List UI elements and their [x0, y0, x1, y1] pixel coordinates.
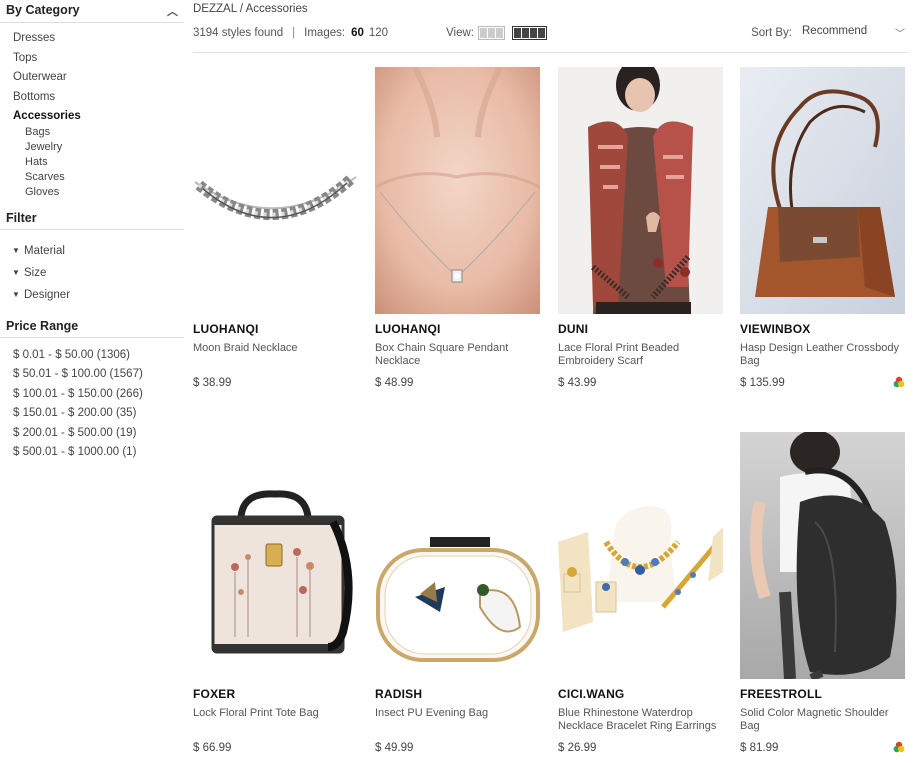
price-range-list: $ 0.01 - $ 50.00 (1306) $ 50.01 - $ 100.…	[0, 338, 184, 463]
price-range-header: Price Range	[0, 317, 184, 338]
product-card[interactable]: LUOHANQI Box Chain Square Pendant Neckla…	[375, 67, 540, 389]
product-price: $ 135.99	[740, 377, 785, 389]
product-card[interactable]: FOXER Lock Floral Print Tote Bag $ 66.99	[193, 432, 358, 754]
subcategory-list: Bags Jewelry Hats Scarves Gloves	[13, 125, 184, 200]
price-range-item[interactable]: $ 150.01 - $ 200.00 (35)	[13, 404, 184, 424]
toolbar-separator: |	[292, 26, 296, 39]
product-image[interactable]	[558, 67, 723, 314]
subcategory-item-jewelry[interactable]: Jewelry	[25, 140, 184, 155]
breadcrumb[interactable]: DEZZAL / Accessories	[193, 0, 907, 20]
category-item-dresses[interactable]: Dresses	[13, 29, 184, 49]
category-item-bottoms[interactable]: Bottoms	[13, 88, 184, 108]
product-price: $ 66.99	[193, 742, 232, 754]
chevron-up-icon[interactable]: ︿	[167, 3, 178, 19]
filter-designer[interactable]: ▼ Designer	[12, 284, 184, 306]
product-brand[interactable]: FREESTROLL	[740, 687, 905, 702]
product-card[interactable]: DUNI Lace Floral Print Beaded Embroidery…	[558, 67, 723, 389]
product-brand[interactable]: RADISH	[375, 687, 540, 702]
product-name[interactable]: Solid Color Magnetic Shoulder Bag	[740, 707, 905, 735]
subcategory-item-bags[interactable]: Bags	[25, 125, 184, 140]
product-card[interactable]: LUOHANQI Moon Braid Necklace $ 38.99	[193, 67, 358, 389]
product-image[interactable]	[375, 432, 540, 679]
product-name[interactable]: Hasp Design Leather Crossbody Bag	[740, 342, 905, 370]
product-image[interactable]	[558, 432, 723, 679]
caret-down-icon: ▼	[12, 289, 20, 299]
category-header[interactable]: By Category ︿	[0, 0, 184, 23]
product-name[interactable]: Lock Floral Print Tote Bag	[193, 707, 358, 735]
product-card[interactable]: FREESTROLL Solid Color Magnetic Shoulder…	[740, 432, 905, 754]
product-price: $ 38.99	[193, 377, 232, 389]
subcategory-item-scarves[interactable]: Scarves	[25, 170, 184, 185]
filter-label: Size	[24, 266, 47, 279]
price-range-title: Price Range	[6, 318, 79, 333]
category-list: Dresses Tops Outerwear Bottoms Accessori…	[0, 23, 184, 127]
product-image[interactable]	[193, 432, 358, 679]
filter-header: Filter	[0, 209, 184, 230]
sidebar: By Category ︿ Dresses Tops Outerwear Bot…	[0, 0, 184, 463]
filter-title: Filter	[6, 210, 37, 225]
product-brand[interactable]: LUOHANQI	[375, 322, 540, 337]
product-price: $ 49.99	[375, 742, 414, 754]
product-name[interactable]: Lace Floral Print Beaded Embroidery Scar…	[558, 342, 723, 370]
view-switcher: View:	[446, 25, 547, 40]
product-name[interactable]: Box Chain Square Pendant Necklace	[375, 342, 540, 370]
product-brand[interactable]: FOXER	[193, 687, 358, 702]
category-item-tops[interactable]: Tops	[13, 49, 184, 69]
category-title: By Category	[6, 3, 80, 17]
product-image[interactable]	[740, 432, 905, 679]
category-item-outerwear[interactable]: Outerwear	[13, 68, 184, 88]
filter-material[interactable]: ▼ Material	[12, 240, 184, 262]
product-image[interactable]	[375, 67, 540, 314]
product-brand[interactable]: LUOHANQI	[193, 322, 358, 337]
listing-toolbar: 3194 styles found | Images: 60 120 View:…	[193, 20, 907, 53]
price-range-item[interactable]: $ 50.01 - $ 100.00 (1567)	[13, 365, 184, 385]
product-brand[interactable]: DUNI	[558, 322, 723, 337]
subcategory-item-gloves[interactable]: Gloves	[25, 185, 184, 200]
styles-found-count: 3194 styles found	[193, 26, 284, 39]
price-range-item[interactable]: $ 200.01 - $ 500.00 (19)	[13, 424, 184, 444]
price-range-item[interactable]: $ 0.01 - $ 50.00 (1306)	[13, 346, 184, 366]
images-per-page-label: Images:	[304, 26, 346, 39]
product-image[interactable]	[740, 67, 905, 314]
sort-value: Recommend	[802, 25, 868, 37]
sort-label: Sort By:	[751, 26, 792, 39]
color-options-icon[interactable]	[893, 376, 905, 388]
subcategory-item-hats[interactable]: Hats	[25, 155, 184, 170]
caret-down-icon: ▼	[12, 267, 20, 277]
filter-label: Designer	[24, 288, 71, 301]
product-card[interactable]: CICI.WANG Blue Rhinestone Waterdrop Neck…	[558, 432, 723, 754]
product-price: $ 48.99	[375, 377, 414, 389]
images-per-page-60[interactable]: 60	[351, 27, 364, 39]
filter-label: Material	[24, 244, 65, 257]
product-price: $ 81.99	[740, 742, 779, 754]
images-per-page-120[interactable]: 120	[369, 27, 388, 39]
product-name[interactable]: Blue Rhinestone Waterdrop Necklace Brace…	[558, 707, 723, 735]
grid-3-view-icon[interactable]	[477, 25, 505, 40]
sort-select[interactable]: Recommend ﹀	[802, 25, 907, 40]
grid-4-view-icon[interactable]	[511, 25, 547, 40]
product-brand[interactable]: VIEWINBOX	[740, 322, 905, 337]
product-brand[interactable]: CICI.WANG	[558, 687, 723, 702]
product-name[interactable]: Moon Braid Necklace	[193, 342, 358, 370]
product-price: $ 26.99	[558, 742, 597, 754]
product-name[interactable]: Insect PU Evening Bag	[375, 707, 540, 735]
sort-control: Sort By: Recommend ﹀	[751, 25, 907, 40]
view-label: View:	[446, 26, 474, 39]
color-options-icon[interactable]	[893, 741, 905, 753]
product-price: $ 43.99	[558, 377, 597, 389]
price-range-item[interactable]: $ 100.01 - $ 150.00 (266)	[13, 385, 184, 405]
product-card[interactable]: VIEWINBOX Hasp Design Leather Crossbody …	[740, 67, 905, 389]
filter-size[interactable]: ▼ Size	[12, 262, 184, 284]
filter-list: ▼ Material ▼ Size ▼ Designer	[0, 230, 184, 306]
caret-down-icon: ▼	[12, 245, 20, 255]
product-card[interactable]: RADISH Insect PU Evening Bag $ 49.99	[375, 432, 540, 754]
chevron-down-icon: ﹀	[895, 29, 905, 40]
product-image[interactable]	[193, 67, 358, 314]
listing-header: DEZZAL / Accessories 3194 styles found |…	[193, 0, 907, 53]
price-range-item[interactable]: $ 500.01 - $ 1000.00 (1)	[13, 443, 184, 463]
